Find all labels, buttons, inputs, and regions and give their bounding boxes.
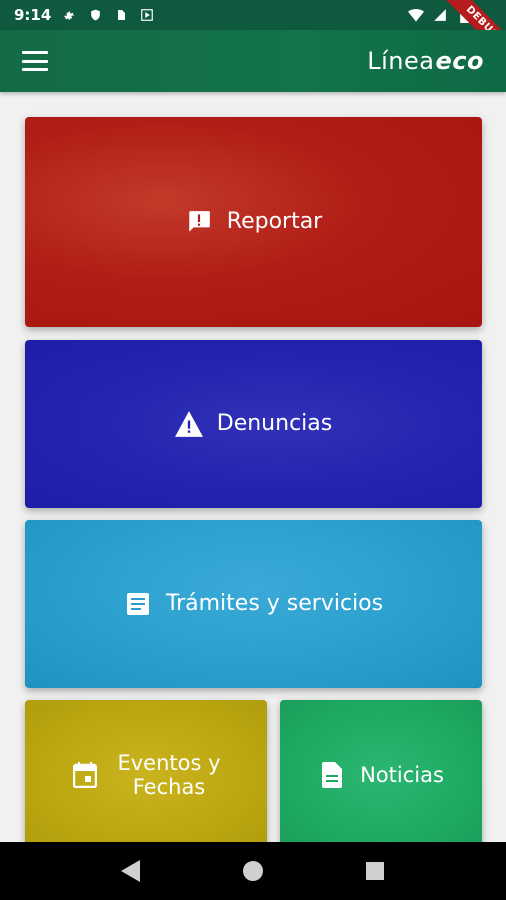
calendar-icon	[71, 761, 99, 789]
shield-icon	[87, 7, 103, 23]
gear-icon	[61, 7, 77, 23]
eventos-label-line1: Eventos y	[117, 750, 221, 775]
denuncias-label: Denuncias	[216, 411, 333, 437]
eventos-label-line2: Fechas	[132, 775, 206, 799]
document-list-icon	[124, 590, 152, 618]
tramites-tile[interactable]: Trámites y servicios	[25, 520, 482, 688]
play-icon	[139, 7, 155, 23]
report-bubble-icon	[185, 208, 213, 236]
news-file-icon	[318, 761, 346, 789]
noticias-label: Noticias	[360, 762, 444, 787]
app-bar: Línea eco	[0, 30, 506, 92]
sim-card-icon	[113, 7, 129, 23]
reportar-label: Reportar	[226, 209, 323, 235]
denuncias-tile[interactable]: Denuncias	[25, 340, 482, 508]
wifi-icon	[408, 7, 424, 23]
recents-square-icon[interactable]	[361, 857, 389, 885]
back-triangle-icon[interactable]	[117, 857, 145, 885]
signal-icon	[432, 7, 448, 23]
status-time: 9:14	[14, 6, 52, 24]
system-nav-bar	[0, 842, 506, 900]
logo-accent: eco	[435, 47, 484, 75]
hamburger-menu-icon[interactable]	[22, 51, 48, 71]
noticias-tile[interactable]: Noticias	[280, 700, 482, 842]
warning-icon	[174, 410, 203, 438]
eventos-tile[interactable]: Eventos y Fechas	[25, 700, 267, 842]
app-logo: Línea eco	[367, 47, 484, 75]
home-circle-icon[interactable]	[239, 857, 267, 885]
eventos-label: Eventos y Fechas	[117, 751, 220, 799]
logo-text: Línea	[367, 47, 435, 75]
home-grid: Reportar Denuncias Trámites y servicios	[0, 92, 506, 842]
reportar-tile[interactable]: Reportar	[25, 117, 482, 327]
status-bar: 9:14 DEBUG	[0, 0, 506, 62]
tramites-label: Trámites y servicios	[165, 591, 384, 617]
